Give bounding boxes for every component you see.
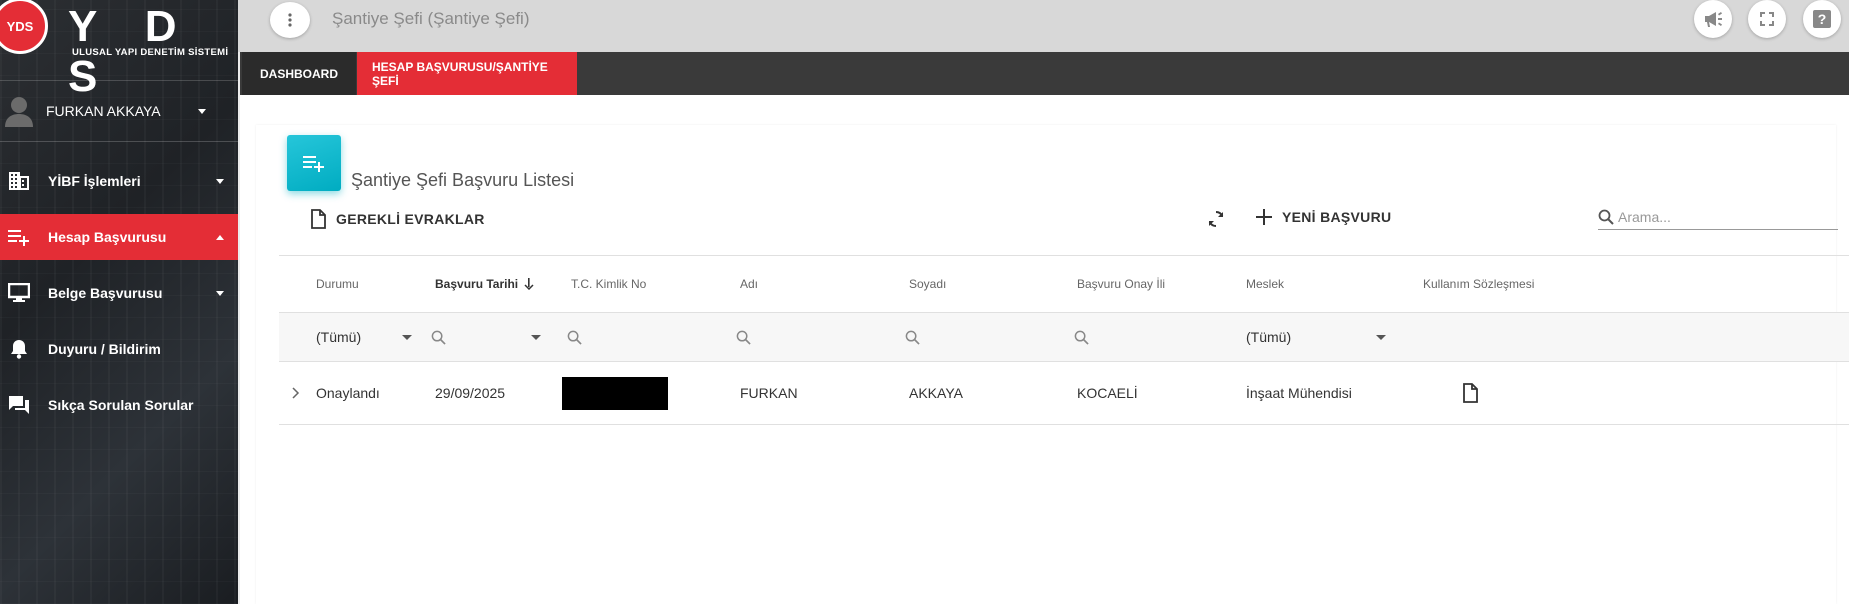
chevron-up-icon bbox=[216, 234, 224, 240]
user-name: FURKAN AKKAYA bbox=[46, 103, 161, 119]
building-icon bbox=[8, 170, 30, 192]
search-icon bbox=[1598, 209, 1614, 225]
sidebar-item-hesap-basvurusu[interactable]: Hesap Başvurusu bbox=[0, 214, 238, 260]
column-header-profession[interactable]: Meslek bbox=[1246, 256, 1284, 312]
page-title: Şantiye Şefi (Şantiye Şefi) bbox=[332, 9, 530, 28]
column-header-province[interactable]: Başvuru Onay İli bbox=[1077, 256, 1165, 312]
column-header-first-name[interactable]: Adı bbox=[740, 256, 758, 312]
search-icon bbox=[431, 330, 446, 345]
document-icon bbox=[311, 209, 326, 229]
sidebar-item-label: Belge Başvurusu bbox=[48, 285, 163, 301]
document-icon bbox=[1463, 383, 1478, 403]
status-filter-value: (Tümü) bbox=[316, 329, 362, 345]
dropdown-arrow-icon bbox=[1376, 334, 1386, 340]
table-row[interactable]: Onaylandı 29/09/2025 FURKAN AKKAYA KOCAE… bbox=[279, 361, 1849, 425]
chevron-down-icon bbox=[216, 290, 224, 296]
column-header-last-name[interactable]: Soyadı bbox=[909, 256, 946, 312]
topbar: Şantiye Şefi (Şantiye Şefi) ? bbox=[238, 0, 1849, 52]
playlist-add-icon bbox=[287, 135, 341, 191]
search-icon bbox=[567, 330, 582, 345]
required-docs-label: GEREKLİ EVRAKLAR bbox=[336, 211, 485, 227]
plus-icon bbox=[1256, 209, 1272, 225]
last-name-filter[interactable] bbox=[905, 313, 920, 361]
arrow-down-icon bbox=[524, 278, 534, 290]
sidebar-item-label: Sıkça Sorulan Sorular bbox=[48, 397, 194, 413]
search-icon bbox=[1074, 330, 1089, 345]
new-application-label: YENİ BAŞVURU bbox=[1282, 209, 1392, 225]
chevron-down-icon bbox=[198, 108, 206, 114]
sidebar-item-duyuru[interactable]: Duyuru / Bildirim bbox=[0, 326, 238, 372]
bell-icon bbox=[8, 338, 30, 360]
monitor-icon bbox=[8, 282, 30, 304]
sidebar-item-label: Hesap Başvurusu bbox=[48, 229, 167, 245]
search-icon bbox=[736, 330, 751, 345]
fullscreen-icon[interactable] bbox=[1748, 0, 1786, 38]
applications-table: Durumu Başvuru Tarihi T.C. Kimlik No Adı… bbox=[279, 255, 1849, 425]
brand-subtitle: ULUSAL YAPI DENETİM SİSTEMİ bbox=[72, 47, 229, 58]
chevron-right-icon bbox=[292, 387, 300, 399]
cell-last-name: AKKAYA bbox=[909, 385, 963, 401]
cell-first-name: FURKAN bbox=[740, 385, 798, 401]
sidebar-item-label: YİBF İşlemleri bbox=[48, 173, 141, 189]
tc-filter[interactable] bbox=[567, 313, 582, 361]
search-icon bbox=[905, 330, 920, 345]
cell-tc-redacted bbox=[562, 362, 668, 424]
cell-status: Onaylandı bbox=[316, 385, 380, 401]
breadcrumb-current[interactable]: HESAP BAŞVURUSU/ŞANTİYE ŞEFİ bbox=[357, 52, 577, 95]
required-docs-button[interactable]: GEREKLİ EVRAKLAR bbox=[310, 209, 485, 229]
redaction-block bbox=[562, 376, 668, 410]
sidebar-item-belge-basvurusu[interactable]: Belge Başvurusu bbox=[0, 270, 238, 316]
main-content: Şantiye Şefi Başvuru Listesi GEREKLİ EVR… bbox=[240, 95, 1849, 604]
cell-date: 29/09/2025 bbox=[435, 385, 506, 401]
search-input[interactable] bbox=[1618, 208, 1818, 225]
svg-text:?: ? bbox=[1818, 11, 1827, 27]
column-header-status[interactable]: Durumu bbox=[316, 256, 359, 312]
forum-icon bbox=[8, 394, 30, 416]
profession-filter-value: (Tümü) bbox=[1246, 329, 1292, 345]
refresh-icon bbox=[1208, 211, 1224, 227]
user-avatar-icon bbox=[4, 94, 34, 128]
table-header-row: Durumu Başvuru Tarihi T.C. Kimlik No Adı… bbox=[279, 255, 1849, 312]
sidebar-item-label: Duyuru / Bildirim bbox=[48, 341, 161, 357]
card-title: Şantiye Şefi Başvuru Listesi bbox=[351, 170, 575, 190]
more-vert-icon[interactable] bbox=[270, 2, 310, 38]
date-filter[interactable] bbox=[431, 313, 541, 361]
expand-row-button[interactable] bbox=[292, 362, 300, 424]
logo-mark: YDS bbox=[0, 0, 48, 54]
first-name-filter[interactable] bbox=[736, 313, 751, 361]
playlist-add-icon bbox=[8, 226, 30, 248]
column-header-tc[interactable]: T.C. Kimlik No bbox=[571, 256, 646, 312]
new-application-button[interactable]: YENİ BAŞVURU bbox=[1256, 209, 1391, 225]
column-header-date[interactable]: Başvuru Tarihi bbox=[435, 256, 534, 312]
announcement-icon[interactable] bbox=[1694, 0, 1732, 38]
sidebar-item-yibf[interactable]: YİBF İşlemleri bbox=[0, 158, 238, 204]
breadcrumb-dashboard[interactable]: DASHBOARD bbox=[242, 52, 356, 95]
logo[interactable]: YDS Y D S ULUSAL YAPI DENETİM SİSTEMİ bbox=[0, 0, 238, 101]
cell-province: KOCAELİ bbox=[1077, 385, 1138, 401]
cell-profession: İnşaat Mühendisi bbox=[1246, 385, 1352, 401]
column-header-contract[interactable]: Kullanım Sözleşmesi bbox=[1423, 256, 1534, 312]
dropdown-arrow-icon bbox=[402, 334, 412, 340]
sidebar: YDS Y D S ULUSAL YAPI DENETİM SİSTEMİ FU… bbox=[0, 0, 238, 604]
help-icon[interactable]: ? bbox=[1803, 0, 1841, 38]
application-list-card: Şantiye Şefi Başvuru Listesi GEREKLİ EVR… bbox=[256, 125, 1849, 604]
sidebar-menu: YİBF İşlemleri Hesap Başvurusu Belge Baş… bbox=[0, 158, 238, 428]
dropdown-arrow-icon bbox=[531, 334, 541, 340]
sidebar-item-sss[interactable]: Sıkça Sorulan Sorular bbox=[0, 382, 238, 428]
column-header-date-label: Başvuru Tarihi bbox=[435, 277, 519, 291]
status-filter-select[interactable]: (Tümü) bbox=[316, 313, 412, 361]
breadcrumb: DASHBOARD HESAP BAŞVURUSU/ŞANTİYE ŞEFİ bbox=[240, 52, 1849, 95]
province-filter[interactable] bbox=[1074, 313, 1089, 361]
search-field bbox=[1598, 204, 1838, 230]
table-filter-row: (Tümü) (Tümü) bbox=[279, 312, 1849, 361]
chevron-down-icon bbox=[216, 178, 224, 184]
user-menu[interactable]: FURKAN AKKAYA bbox=[0, 80, 238, 142]
contract-document-button[interactable] bbox=[1462, 362, 1478, 424]
profession-filter-select[interactable]: (Tümü) bbox=[1246, 313, 1386, 361]
refresh-button[interactable] bbox=[1206, 209, 1226, 229]
